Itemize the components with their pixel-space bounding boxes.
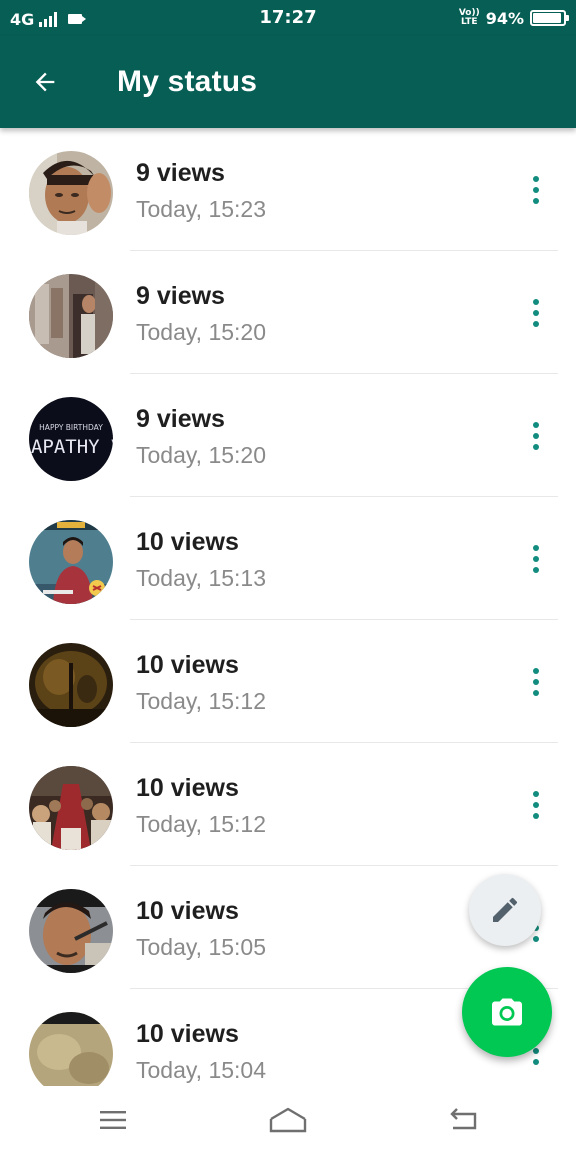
volte-bottom-label: LTE — [460, 17, 478, 27]
status-views: 10 views — [136, 774, 239, 802]
more-options-button[interactable] — [520, 291, 552, 335]
status-row[interactable]: HAPPY BIRTHDAY LAPATHY V 9 views Today, … — [0, 374, 576, 497]
status-time: Today, 15:20 — [136, 442, 267, 468]
status-views: 10 views — [136, 651, 239, 679]
status-views: 9 views — [136, 159, 225, 187]
status-indicators: Vo)) LTE 94% — [459, 7, 569, 29]
status-views: 10 views — [136, 897, 239, 925]
app-bar: My status — [0, 36, 576, 128]
status-thumbnail[interactable] — [29, 274, 113, 358]
more-vert-icon — [533, 176, 539, 182]
status-row[interactable]: 9 views Today, 15:20 — [0, 251, 576, 374]
battery-percentage: 94% — [485, 8, 524, 28]
status-views: 9 views — [136, 282, 225, 310]
status-thumbnail[interactable] — [29, 643, 113, 727]
camera-icon — [492, 998, 522, 1026]
back-icon — [450, 1108, 477, 1130]
status-thumbnail[interactable] — [29, 1012, 113, 1086]
more-options-button[interactable] — [520, 660, 552, 704]
nav-home-button[interactable] — [258, 1100, 318, 1140]
camera-status-button[interactable] — [462, 967, 552, 1057]
status-thumbnail[interactable] — [29, 766, 113, 850]
status-thumbnail[interactable] — [29, 151, 113, 235]
text-status-button[interactable] — [469, 874, 541, 946]
status-time: Today, 15:04 — [136, 1057, 267, 1083]
more-options-button[interactable] — [520, 783, 552, 827]
status-row[interactable]: 10 views Today, 15:12 — [0, 743, 576, 866]
volte-icon: Vo)) LTE — [459, 9, 480, 27]
more-vert-icon — [533, 545, 539, 551]
status-row[interactable]: 10 views Today, 15:12 — [0, 620, 576, 743]
status-row[interactable]: 10 views Today, 15:13 — [0, 497, 576, 620]
status-time: Today, 15:12 — [136, 688, 267, 714]
menu-icon — [100, 1111, 126, 1129]
status-thumbnail[interactable]: HAPPY BIRTHDAY LAPATHY V — [29, 397, 113, 481]
system-navigation-bar — [0, 1086, 576, 1152]
thumbnail-caption-top: HAPPY BIRTHDAY — [39, 423, 103, 432]
nav-back-button[interactable] — [434, 1100, 494, 1140]
status-time: Today, 15:13 — [136, 565, 267, 591]
system-status-bar: 4G 17:27 Vo)) LTE 94% — [0, 0, 576, 36]
status-thumbnail[interactable] — [29, 889, 113, 973]
back-button[interactable] — [20, 60, 70, 104]
status-row[interactable]: 9 views Today, 15:23 — [0, 128, 576, 251]
status-time: Today, 15:23 — [136, 196, 267, 222]
status-views: 10 views — [136, 528, 239, 556]
status-time: Today, 15:12 — [136, 811, 267, 837]
more-vert-icon — [533, 422, 539, 428]
nav-menu-button[interactable] — [83, 1100, 143, 1140]
status-views: 10 views — [136, 1020, 239, 1048]
battery-level — [533, 13, 562, 23]
status-time: Today, 15:20 — [136, 319, 267, 345]
battery-icon — [530, 10, 569, 26]
more-options-button[interactable] — [520, 414, 552, 458]
status-thumbnail[interactable] — [29, 520, 113, 604]
status-time: Today, 15:05 — [136, 934, 267, 960]
status-views: 9 views — [136, 405, 225, 433]
more-vert-icon — [533, 299, 539, 305]
arrow-back-icon — [35, 72, 55, 92]
page-title: My status — [117, 65, 258, 98]
more-vert-icon — [533, 668, 539, 674]
thumbnail-caption-bottom: LAPATHY V — [29, 436, 113, 458]
more-vert-icon — [533, 791, 539, 797]
more-options-button[interactable] — [520, 168, 552, 212]
more-options-button[interactable] — [520, 537, 552, 581]
home-icon — [269, 1107, 307, 1133]
pencil-icon — [493, 897, 518, 922]
